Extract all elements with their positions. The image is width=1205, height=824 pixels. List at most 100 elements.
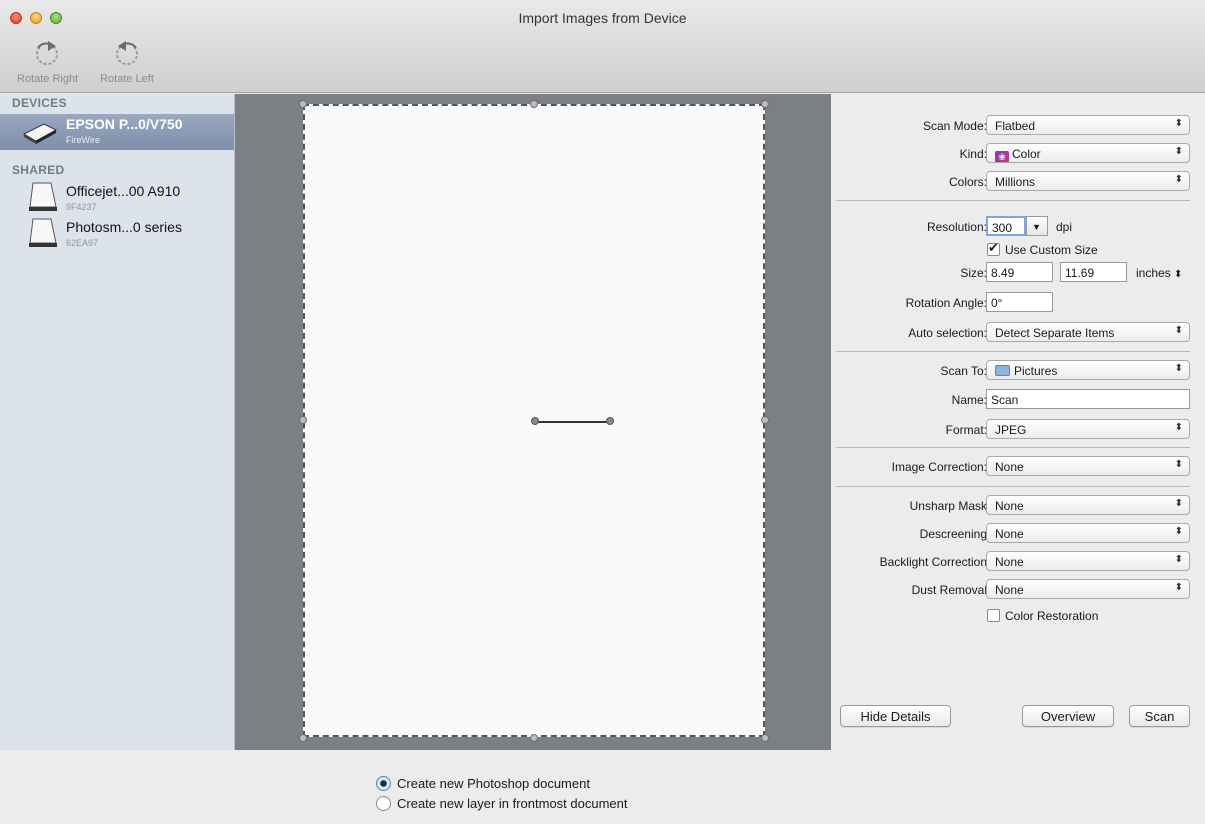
resolution-input[interactable]: 300 <box>986 216 1026 236</box>
kind-value: Color <box>1012 147 1041 161</box>
divider <box>836 486 1190 487</box>
kind-select[interactable]: ❀ Color ⬍ <box>986 143 1190 163</box>
updown-arrows-icon: ⬍ <box>1174 422 1183 433</box>
rotate-right-button[interactable]: Rotate Right <box>17 38 79 85</box>
rotation-handle-left[interactable] <box>531 417 539 425</box>
color-restoration-checkbox[interactable] <box>987 609 1000 622</box>
rotation-handle-right[interactable] <box>606 417 614 425</box>
window-toolbar: Import Images from Device Rotate Right R… <box>0 0 1205 93</box>
resize-handle-right[interactable] <box>761 416 769 424</box>
scan-to-row: Scan To: Pictures ⬍ <box>831 360 1205 382</box>
unsharp-mask-value: None <box>995 499 1024 513</box>
size-unit-value: inches <box>1136 266 1171 280</box>
format-select[interactable]: JPEG ⬍ <box>986 419 1190 439</box>
resolution-row: Resolution: 300 ▼ dpi <box>831 216 1205 238</box>
dust-removal-label: Dust Removal <box>911 583 987 597</box>
descreening-value: None <box>995 527 1024 541</box>
scanner-icon <box>22 123 58 144</box>
resize-handle-left[interactable] <box>299 416 307 424</box>
format-row: Format: JPEG ⬍ <box>831 419 1205 441</box>
image-correction-select[interactable]: None ⬍ <box>986 456 1190 476</box>
resize-handle-top-left[interactable] <box>299 100 307 108</box>
resolution-dropdown-button[interactable]: ▼ <box>1026 216 1048 236</box>
unsharp-mask-row: Unsharp Mask None ⬍ <box>831 495 1205 517</box>
updown-arrows-icon: ⬍ <box>1174 174 1183 185</box>
unsharp-mask-select[interactable]: None ⬍ <box>986 495 1190 515</box>
kind-row: Kind: ❀ Color ⬍ <box>831 143 1205 165</box>
auto-selection-label: Auto selection: <box>908 326 987 340</box>
resolution-unit: dpi <box>1056 220 1073 234</box>
create-layer-radio[interactable] <box>376 796 391 811</box>
updown-arrows-icon: ⬍ <box>1174 459 1183 470</box>
backlight-select[interactable]: None ⬍ <box>986 551 1190 571</box>
scan-to-value: Pictures <box>1014 364 1058 378</box>
hide-details-button[interactable]: Hide Details <box>840 705 951 727</box>
sidebar-item-photosmart[interactable]: Photosm...0 series 62EA97 <box>0 217 234 253</box>
name-row: Name: Scan <box>831 389 1205 411</box>
devices-header: DEVICES <box>12 96 67 110</box>
rotation-handle-bar <box>535 421 611 423</box>
rotation-input[interactable]: 0° <box>986 292 1053 312</box>
format-label: Format: <box>945 423 987 437</box>
folder-icon <box>995 365 1010 376</box>
width-input[interactable]: 8.49 <box>986 262 1053 282</box>
sidebar-item-label: Photosm...0 series <box>66 219 182 235</box>
use-custom-size-checkbox[interactable] <box>987 240 1000 256</box>
height-input[interactable]: 11.69 <box>1060 262 1127 282</box>
colors-value: Millions <box>995 175 1036 189</box>
window-title: Import Images from Device <box>518 10 687 26</box>
dust-removal-row: Dust Removal None ⬍ <box>831 579 1205 601</box>
scan-mode-select[interactable]: Flatbed ⬍ <box>986 115 1190 135</box>
rotate-right-label: Rotate Right <box>17 73 79 85</box>
scan-to-select[interactable]: Pictures ⬍ <box>986 360 1190 380</box>
resize-handle-bottom-right[interactable] <box>761 734 769 742</box>
resize-handle-bottom-left[interactable] <box>299 734 307 742</box>
updown-arrows-icon: ⬍ <box>1174 498 1183 509</box>
descreening-label: Descreening <box>919 527 987 541</box>
image-correction-value: None <box>995 460 1024 474</box>
device-sidebar: DEVICES EPSON P...0/V750 FireWire SHARED… <box>0 94 235 750</box>
name-label: Name: <box>951 393 987 407</box>
create-layer-label: Create new layer in frontmost document <box>397 796 628 811</box>
updown-arrows-icon: ⬍ <box>1174 118 1183 129</box>
updown-arrows-icon: ⬍ <box>1174 582 1183 593</box>
sidebar-item-sublabel: FireWire <box>66 135 100 145</box>
name-input[interactable]: Scan <box>986 389 1190 409</box>
dust-removal-select[interactable]: None ⬍ <box>986 579 1190 599</box>
rotation-row: Rotation Angle: 0° <box>831 292 1205 314</box>
auto-selection-select[interactable]: Detect Separate Items ⬍ <box>986 322 1190 342</box>
backlight-value: None <box>995 555 1024 569</box>
image-correction-row: Image Correction: None ⬍ <box>831 456 1205 478</box>
auto-selection-row: Auto selection: Detect Separate Items ⬍ <box>831 322 1205 344</box>
sidebar-item-label: EPSON P...0/V750 <box>66 116 183 132</box>
updown-arrows-icon: ⬍ <box>1174 146 1183 157</box>
scan-to-label: Scan To: <box>940 364 987 378</box>
resize-handle-bottom[interactable] <box>530 734 538 742</box>
auto-selection-value: Detect Separate Items <box>995 326 1115 340</box>
rotate-left-icon <box>116 41 138 66</box>
updown-arrows-icon: ⬍ <box>1174 554 1183 565</box>
colors-select[interactable]: Millions ⬍ <box>986 171 1190 191</box>
unsharp-mask-label: Unsharp Mask <box>909 499 987 513</box>
resize-handle-top[interactable] <box>530 100 538 108</box>
descreening-select[interactable]: None ⬍ <box>986 523 1190 543</box>
use-custom-size-label: Use Custom Size <box>1005 243 1098 257</box>
rotate-left-button[interactable]: Rotate Left <box>97 38 157 85</box>
scan-mode-label: Scan Mode: <box>922 119 987 133</box>
image-correction-label: Image Correction: <box>891 460 987 474</box>
updown-arrows-icon: ⬍ <box>1174 363 1183 374</box>
create-document-radio[interactable] <box>376 776 391 791</box>
sidebar-item-officejet[interactable]: Officejet...00 A910 9F4237 <box>0 181 234 217</box>
scan-button[interactable]: Scan <box>1129 705 1190 727</box>
sidebar-item-label: Officejet...00 A910 <box>66 183 181 199</box>
overview-button[interactable]: Overview <box>1022 705 1114 727</box>
divider <box>836 447 1190 448</box>
size-unit-select[interactable]: inches ⬍ <box>1136 266 1182 280</box>
custom-size-row: Use Custom Size <box>831 240 1205 262</box>
updown-arrows-icon: ⬍ <box>1174 269 1183 280</box>
updown-arrows-icon: ⬍ <box>1174 325 1183 336</box>
rotation-label: Rotation Angle: <box>905 296 987 310</box>
dust-removal-value: None <box>995 583 1024 597</box>
sidebar-item-epson[interactable]: EPSON P...0/V750 FireWire <box>0 114 234 150</box>
resize-handle-top-right[interactable] <box>761 100 769 108</box>
